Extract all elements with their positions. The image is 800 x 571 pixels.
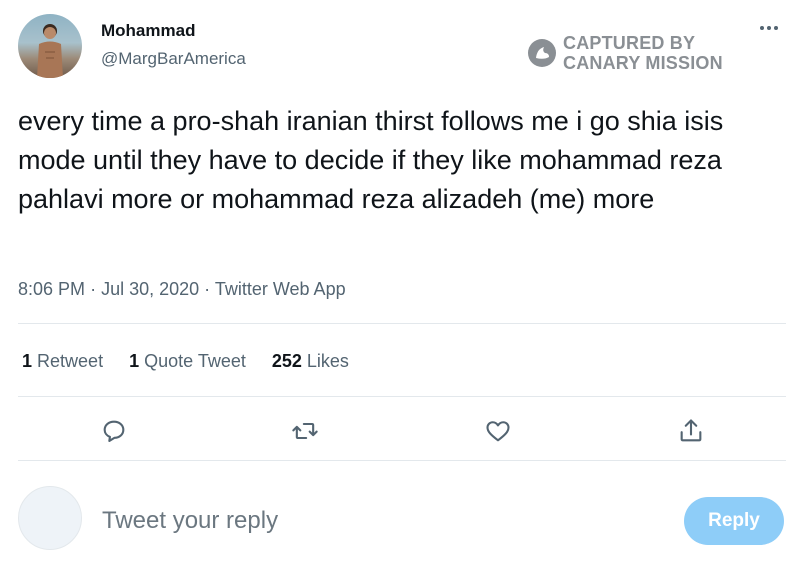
tweet-text: every time a pro-shah iranian thirst fol…: [18, 106, 724, 214]
more-options-button[interactable]: [756, 18, 782, 38]
likes-label: Likes: [306, 351, 349, 371]
watermark-line-1: CAPTURED BY: [563, 33, 696, 53]
meta-separator: ·: [204, 279, 211, 299]
tweet-time[interactable]: 8:06 PM: [18, 279, 85, 299]
reply-submit-button[interactable]: Reply: [684, 497, 784, 545]
meta-separator: ·: [90, 279, 97, 299]
canary-bird-icon: [528, 39, 556, 67]
tweet-source[interactable]: Twitter Web App: [215, 279, 346, 299]
divider: [18, 323, 786, 324]
retweets-stat[interactable]: 1 Retweet: [22, 351, 103, 372]
author-avatar[interactable]: [18, 14, 82, 78]
reply-avatar: [18, 486, 82, 550]
author-name[interactable]: Mohammad: [101, 21, 195, 41]
quotes-count: 1: [129, 351, 140, 371]
likes-stat[interactable]: 252 Likes: [272, 351, 349, 372]
quotes-stat[interactable]: 1 Quote Tweet: [129, 351, 246, 372]
tweet-action-bar: [0, 415, 800, 447]
tweet-date[interactable]: Jul 30, 2020: [101, 279, 199, 299]
author-handle[interactable]: @MargBarAmerica: [101, 49, 246, 69]
quotes-label: Quote Tweet: [144, 351, 246, 371]
reply-icon: [103, 420, 125, 442]
reply-input[interactable]: [102, 503, 662, 539]
avatar-figure: [37, 24, 63, 78]
reply-button[interactable]: [98, 415, 130, 447]
like-button[interactable]: [482, 415, 514, 447]
share-icon: [680, 419, 702, 442]
share-button[interactable]: [675, 415, 707, 447]
watermark-line-2: CANARY MISSION: [563, 53, 723, 73]
like-icon: [486, 421, 510, 442]
divider: [18, 396, 786, 397]
retweets-label: Retweet: [37, 351, 104, 371]
canary-mission-watermark: CAPTURED BY CANARY MISSION: [527, 33, 723, 73]
retweet-icon: [292, 422, 318, 440]
retweet-button[interactable]: [289, 415, 321, 447]
divider: [18, 460, 786, 461]
watermark-text: CAPTURED BY CANARY MISSION: [563, 33, 723, 73]
retweets-count: 1: [22, 351, 33, 371]
tweet-stats: 1 Retweet 1 Quote Tweet 252 Likes: [22, 351, 349, 372]
more-dots-icon: [760, 26, 778, 30]
tweet-meta: 8:06 PM · Jul 30, 2020 · Twitter Web App: [18, 279, 346, 300]
likes-count: 252: [271, 351, 302, 371]
